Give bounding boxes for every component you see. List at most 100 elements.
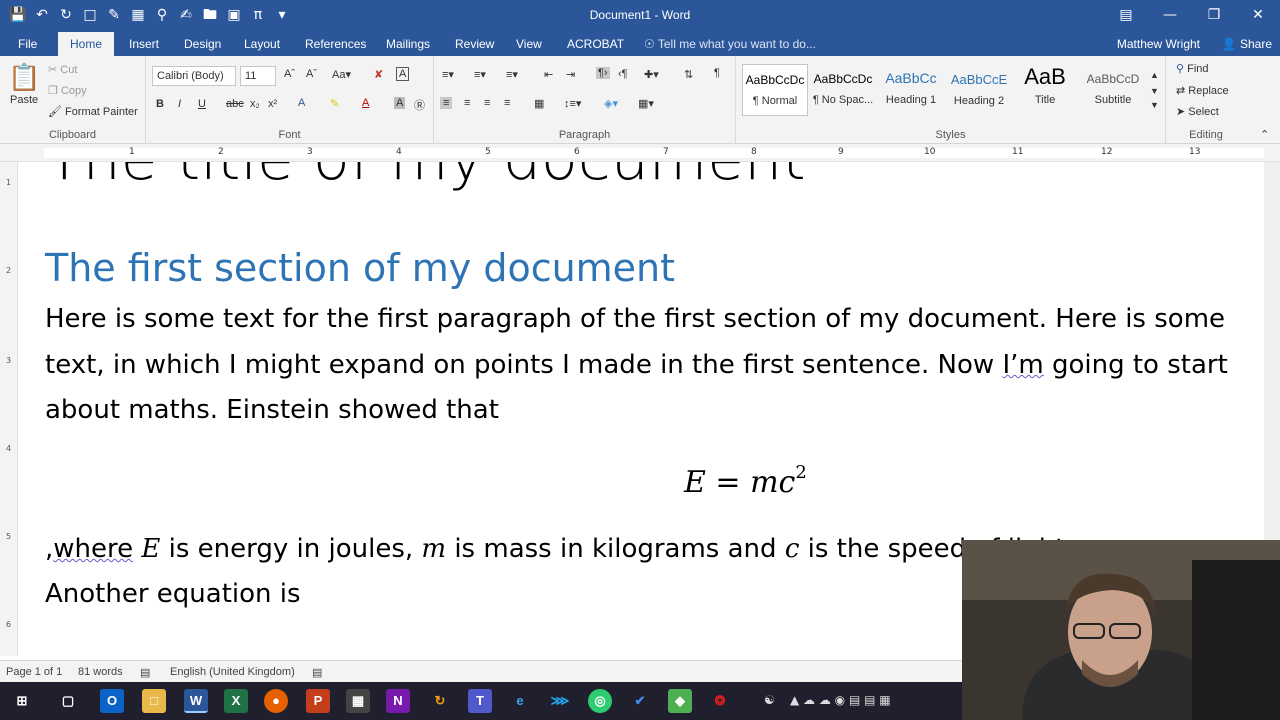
people-icon[interactable]: ☯ <box>764 693 775 707</box>
minimize-icon[interactable]: — <box>1148 0 1192 30</box>
bullets-icon[interactable]: ≡▾ <box>442 68 454 81</box>
teams-icon[interactable]: T <box>468 689 492 713</box>
tab-file[interactable]: File <box>18 32 37 56</box>
firefox-icon[interactable]: ● <box>264 689 288 713</box>
sync-icon[interactable]: ↻ <box>428 689 452 713</box>
style-no-spacing[interactable]: AaBbCcDc ¶ No Spac... <box>810 64 876 116</box>
increase-indent-icon[interactable]: ⇥ <box>566 68 575 81</box>
enclose-character-icon[interactable]: Ⓡ <box>414 97 425 113</box>
justify-icon[interactable]: ≡ <box>504 97 510 109</box>
multilevel-list-icon[interactable]: ≡▾ <box>506 68 518 81</box>
close-icon[interactable]: ✕ <box>1236 0 1280 30</box>
style-title[interactable]: AaB Title <box>1012 64 1078 116</box>
tab-insert[interactable]: Insert <box>129 32 159 56</box>
task-view-icon[interactable]: ▢ <box>56 689 80 713</box>
strikethrough-icon[interactable]: abc <box>226 98 244 110</box>
word-count[interactable]: 81 words <box>78 666 123 678</box>
highlight-icon[interactable]: ✎ <box>330 97 339 110</box>
subscript-icon[interactable]: x₂ <box>250 98 260 110</box>
document-title[interactable]: The title of my document <box>46 162 806 194</box>
grow-font-icon[interactable]: Aˆ <box>284 68 295 80</box>
distributed-icon[interactable]: ▦ <box>534 97 544 110</box>
tab-review[interactable]: Review <box>455 32 494 56</box>
show-formatting-icon[interactable]: ¶ <box>714 67 720 79</box>
borders-icon[interactable]: ▦▾ <box>638 97 654 110</box>
style-heading-2[interactable]: AaBbCcE Heading 2 <box>946 64 1012 116</box>
language-indicator[interactable]: English (United Kingdom) <box>170 666 295 678</box>
styles-scroll-down-icon[interactable]: ▼ <box>1150 86 1159 96</box>
tab-references[interactable]: References <box>305 32 366 56</box>
cut-button[interactable]: ✂ Cut <box>48 63 77 76</box>
underline-icon[interactable]: U <box>198 98 206 110</box>
style-subtitle[interactable]: AaBbCcD Subtitle <box>1080 64 1146 116</box>
font-color-icon[interactable]: A <box>362 97 369 109</box>
collapse-ribbon-icon[interactable]: ⌃ <box>1260 128 1269 141</box>
align-left-icon[interactable]: ≡ <box>440 97 453 109</box>
excel-icon[interactable]: X <box>224 689 248 713</box>
proofing-icon[interactable]: ▤ <box>140 666 150 679</box>
tell-me-search[interactable]: ☉ Tell me what you want to do... <box>644 32 816 56</box>
change-case-icon[interactable]: Aa▾ <box>332 68 351 81</box>
align-right-icon[interactable]: ≡ <box>484 97 490 109</box>
windows-start-icon[interactable]: ⊞ <box>10 689 34 713</box>
style-heading-1[interactable]: AaBbCc Heading 1 <box>878 64 944 116</box>
user-name[interactable]: Matthew Wright <box>1117 32 1200 56</box>
edge-icon[interactable]: e <box>508 689 532 713</box>
vertical-ruler[interactable]: 1 2 3 4 5 6 <box>0 162 18 656</box>
acrobat-icon[interactable]: ❂ <box>708 689 732 713</box>
tab-layout[interactable]: Layout <box>244 32 280 56</box>
tab-acrobat[interactable]: ACROBAT <box>567 32 624 56</box>
tab-design[interactable]: Design <box>184 32 221 56</box>
align-center-icon[interactable]: ≡ <box>464 97 470 109</box>
page-count[interactable]: Page 1 of 1 <box>6 666 62 678</box>
styles-scroll-up-icon[interactable]: ▲ <box>1150 70 1159 80</box>
text-effects-icon[interactable]: A <box>298 97 305 109</box>
copy-button[interactable]: ❐ Copy <box>48 84 87 97</box>
restore-icon[interactable]: ❐ <box>1192 0 1236 30</box>
numbering-icon[interactable]: ≡▾ <box>474 68 486 81</box>
paragraph-line[interactable]: ,where E is energy in joules, m is mass … <box>45 534 1065 564</box>
tab-mailings[interactable]: Mailings <box>386 32 430 56</box>
styles-more-icon[interactable]: ▼ <box>1150 100 1159 110</box>
tab-view[interactable]: View <box>516 32 542 56</box>
word-icon[interactable]: W <box>184 689 208 713</box>
calculator-icon[interactable]: ▦ <box>346 689 370 713</box>
outlook-icon[interactable]: O <box>100 689 124 713</box>
browser-green-icon[interactable]: ◎ <box>588 689 612 713</box>
tab-home[interactable]: Home <box>58 32 115 56</box>
sort-icon[interactable]: ⇅ <box>684 68 693 81</box>
vscode-icon[interactable]: ⋙ <box>548 689 572 713</box>
shrink-font-icon[interactable]: Aˇ <box>306 68 317 80</box>
format-painter-button[interactable]: 🖌 Format Painter <box>48 105 138 118</box>
section-heading[interactable]: The first section of my document <box>45 246 675 290</box>
line-spacing-icon[interactable]: ↕≡▾ <box>564 97 581 110</box>
select-button[interactable]: ➤ Select <box>1176 105 1219 118</box>
file-explorer-icon[interactable]: □ <box>142 689 166 713</box>
todo-icon[interactable]: ✔ <box>628 689 652 713</box>
share-button[interactable]: 👤 Share <box>1222 32 1272 56</box>
horizontal-ruler[interactable]: 1 2 3 4 5 6 7 8 9 10 11 12 13 <box>0 144 1280 162</box>
paragraph-line[interactable]: text, in which I might expand on points … <box>45 350 1228 380</box>
text-effects-box-icon[interactable]: A <box>396 67 410 81</box>
shading-icon[interactable]: ◈▾ <box>604 97 618 110</box>
superscript-icon[interactable]: x² <box>268 98 277 110</box>
asian-layout-icon[interactable]: ✚▾ <box>644 68 659 81</box>
bold-icon[interactable]: B <box>156 98 164 110</box>
tray-icons[interactable]: ▲ ☁ ☁ ◉ ▤ ▤ ▦ <box>790 693 891 707</box>
ltr-icon[interactable]: ¶› <box>596 67 610 79</box>
rtl-icon[interactable]: ‹¶ <box>618 68 628 80</box>
onenote-icon[interactable]: N <box>386 689 410 713</box>
decrease-indent-icon[interactable]: ⇤ <box>544 68 553 81</box>
app-green-icon[interactable]: ◆ <box>668 689 692 713</box>
italic-icon[interactable]: I <box>178 98 181 110</box>
paste-button[interactable]: Paste <box>10 94 38 106</box>
paragraph-line[interactable]: Another equation is <box>45 579 301 609</box>
font-size-select[interactable]: 11 <box>240 66 276 86</box>
find-button[interactable]: ⚲ Find <box>1176 62 1209 75</box>
clear-formatting-icon[interactable]: ✘ <box>374 68 383 81</box>
paste-icon[interactable]: 📋 <box>8 62 40 93</box>
paragraph-line[interactable]: Here is some text for the first paragrap… <box>45 304 1225 334</box>
paragraph-line[interactable]: about maths. Einstein showed that <box>45 395 499 425</box>
style-normal[interactable]: AaBbCcDc ¶ Normal <box>742 64 808 116</box>
replace-button[interactable]: ⇄ Replace <box>1176 84 1229 97</box>
